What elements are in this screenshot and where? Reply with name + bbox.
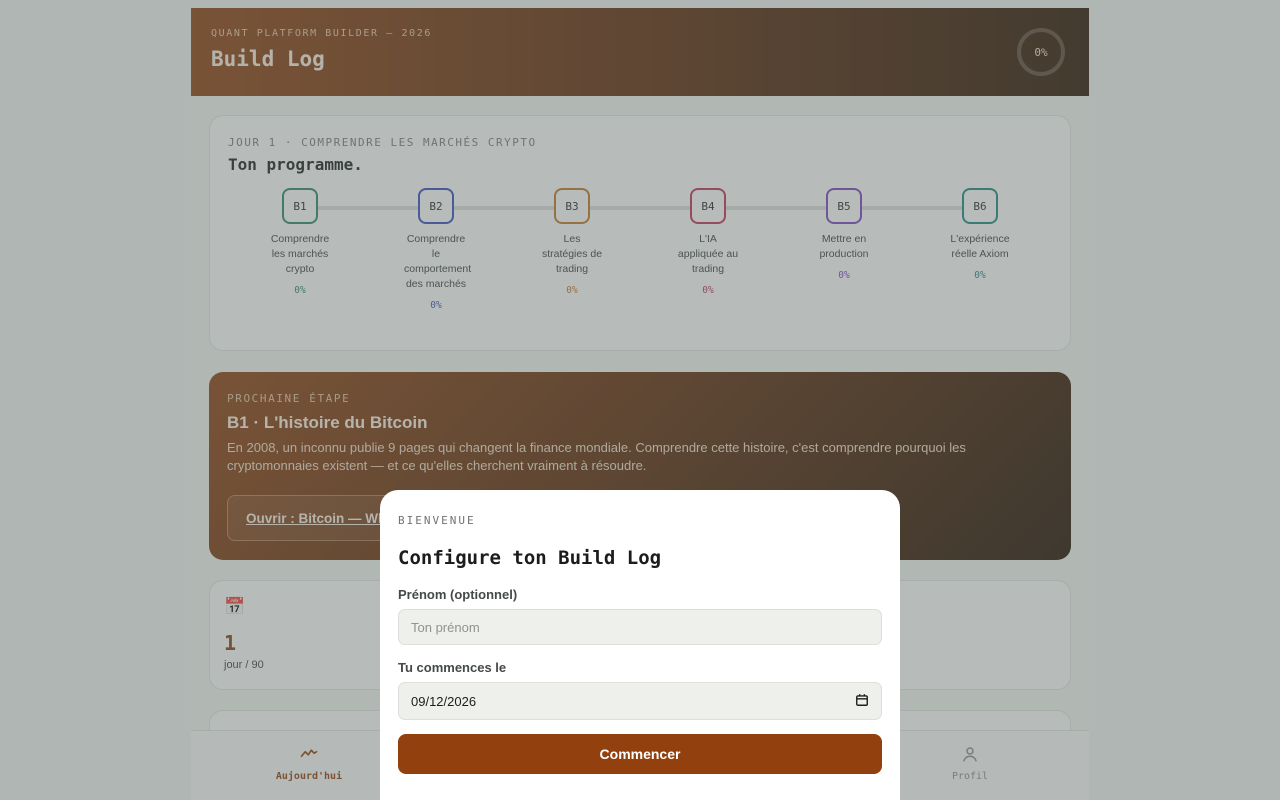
name-label: Prénom (optionnel) [398,587,518,602]
modal-eyebrow: BIENVENUE [398,514,476,527]
first-name-input[interactable]: Ton prénom [398,609,882,645]
start-date-value: 09/12/2026 [411,693,477,709]
start-date-label: Tu commences le [398,660,507,675]
first-name-placeholder: Ton prénom [411,619,480,635]
start-button[interactable]: Commencer [398,734,882,774]
onboarding-modal: BIENVENUE Configure ton Build Log Prénom… [380,490,900,800]
modal-title: Configure ton Build Log [398,547,662,569]
start-date-input[interactable]: 09/12/2026 [398,682,882,720]
calendar-picker-icon[interactable] [855,693,869,710]
